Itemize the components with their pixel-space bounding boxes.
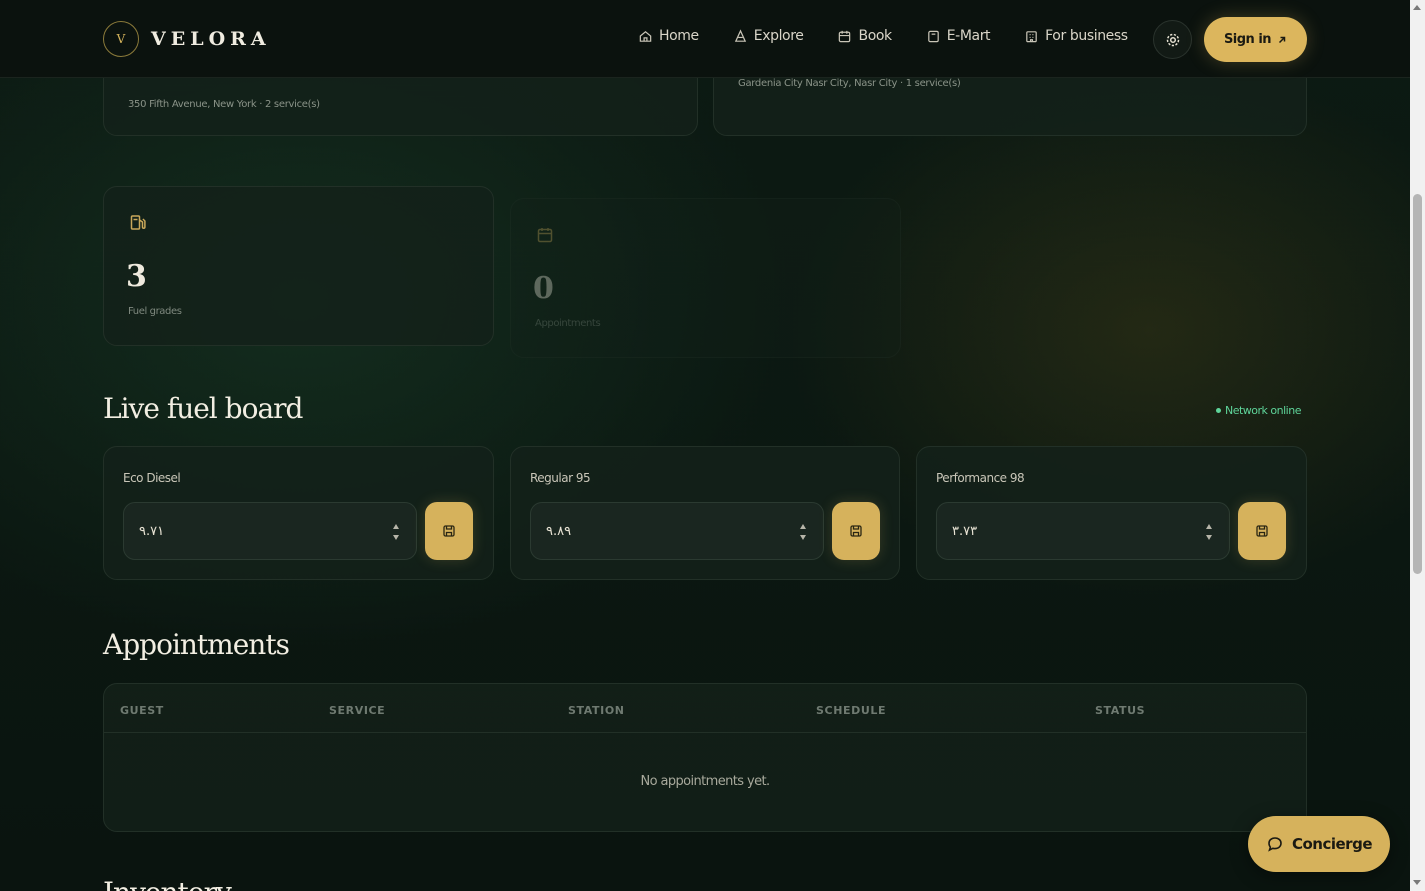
sign-in-button[interactable]: Sign in: [1204, 17, 1307, 62]
spinner-icon[interactable]: [391, 521, 401, 543]
stat-value: 0: [533, 271, 554, 306]
shop-icon: [927, 30, 939, 42]
home-icon: [639, 30, 652, 42]
building-icon: [1026, 30, 1037, 42]
nav-business-label: For business: [1045, 28, 1128, 44]
network-status-label: Network online: [1225, 404, 1301, 417]
scroll-thumb[interactable]: [1413, 194, 1422, 574]
station-address: Gardenia City Nasr City, Nasr City · 1 s…: [738, 78, 961, 89]
brand-mark: V: [103, 21, 139, 57]
explore-icon: [734, 28, 746, 42]
nav-book-label: Book: [858, 28, 892, 44]
appointments-table: GUEST SERVICE STATION SCHEDULE STATUS No…: [103, 683, 1307, 832]
price-value: ٩.٨٩: [546, 523, 572, 539]
save-icon: [850, 525, 862, 537]
inventory-title: Inventory: [103, 876, 232, 891]
stat-label: Appointments: [535, 318, 601, 329]
scroll-down-icon[interactable]: [1413, 880, 1421, 885]
nav-home[interactable]: Home: [638, 28, 699, 44]
empty-state: No appointments yet.: [640, 774, 770, 789]
price-value: ٣.٧٣: [952, 523, 978, 539]
nav-emart[interactable]: E-Mart: [926, 28, 991, 44]
save-icon: [1256, 525, 1268, 537]
concierge-label: Concierge: [1291, 835, 1373, 853]
nav-book[interactable]: Book: [837, 28, 892, 44]
top-navbar: V VELORA Home Explore Book E-Mart For bu…: [0, 0, 1410, 78]
fuel-grade-name: Performance 98: [936, 471, 1025, 485]
fuel-grade-name: Regular 95: [530, 471, 591, 485]
fuel-grade-card: Performance 98 ٣.٧٣: [916, 446, 1307, 580]
column-header: SCHEDULE: [816, 704, 887, 717]
settings-icon: [1166, 33, 1179, 46]
save-icon: [443, 525, 455, 537]
stat-card-appointments: 0 Appointments: [510, 198, 901, 358]
column-header: STATUS: [1095, 704, 1146, 717]
price-input[interactable]: ٩.٧١: [123, 502, 417, 560]
settings-button[interactable]: [1153, 20, 1192, 59]
sign-in-label: Sign in: [1223, 32, 1272, 47]
nav-emart-label: E-Mart: [946, 28, 991, 44]
brand-name: VELORA: [151, 28, 271, 50]
fuel-grade-name: Eco Diesel: [123, 471, 181, 485]
station-address: 350 Fifth Avenue, New York · 2 service(s…: [128, 99, 320, 110]
column-header: SERVICE: [329, 704, 386, 717]
fuel-pump-icon: [130, 215, 146, 230]
price-input[interactable]: ٣.٧٣: [936, 502, 1230, 560]
save-price-button[interactable]: [425, 502, 473, 560]
status-dot: [1216, 408, 1221, 413]
arrow-up-right-icon: [1279, 36, 1286, 43]
fuel-board-title: Live fuel board: [103, 392, 303, 425]
stat-card-fuel-grades: 3 Fuel grades: [103, 186, 494, 346]
spinner-icon[interactable]: [798, 521, 808, 543]
concierge-button[interactable]: Concierge: [1248, 816, 1390, 872]
nav-business[interactable]: For business: [1024, 28, 1128, 44]
fuel-grade-card: Eco Diesel ٩.٧١: [103, 446, 494, 580]
main-nav: Home Explore Book E-Mart For business: [638, 28, 1128, 44]
column-header: GUEST: [120, 704, 164, 717]
save-price-button[interactable]: [1238, 502, 1286, 560]
chat-bubble-icon: [1268, 837, 1282, 852]
column-header: STATION: [568, 704, 625, 717]
scroll-up-icon[interactable]: [1413, 5, 1421, 10]
appointments-title: Appointments: [103, 628, 290, 661]
calendar-icon: [537, 228, 553, 243]
nav-home-label: Home: [659, 28, 699, 44]
stat-value: 3: [126, 259, 147, 294]
calendar-icon: [839, 30, 851, 42]
page-scrollbar[interactable]: [1410, 0, 1425, 891]
save-price-button[interactable]: [832, 502, 880, 560]
brand-logo[interactable]: V VELORA: [103, 21, 271, 57]
spinner-icon[interactable]: [1204, 521, 1214, 543]
fuel-grade-card: Regular 95 ٩.٨٩: [510, 446, 900, 580]
table-divider: [104, 732, 1306, 733]
nav-explore[interactable]: Explore: [733, 28, 804, 44]
nav-explore-label: Explore: [753, 28, 804, 44]
network-status: Network online: [1216, 404, 1301, 417]
price-input[interactable]: ٩.٨٩: [530, 502, 824, 560]
price-value: ٩.٧١: [139, 523, 165, 539]
stat-label: Fuel grades: [128, 306, 182, 317]
